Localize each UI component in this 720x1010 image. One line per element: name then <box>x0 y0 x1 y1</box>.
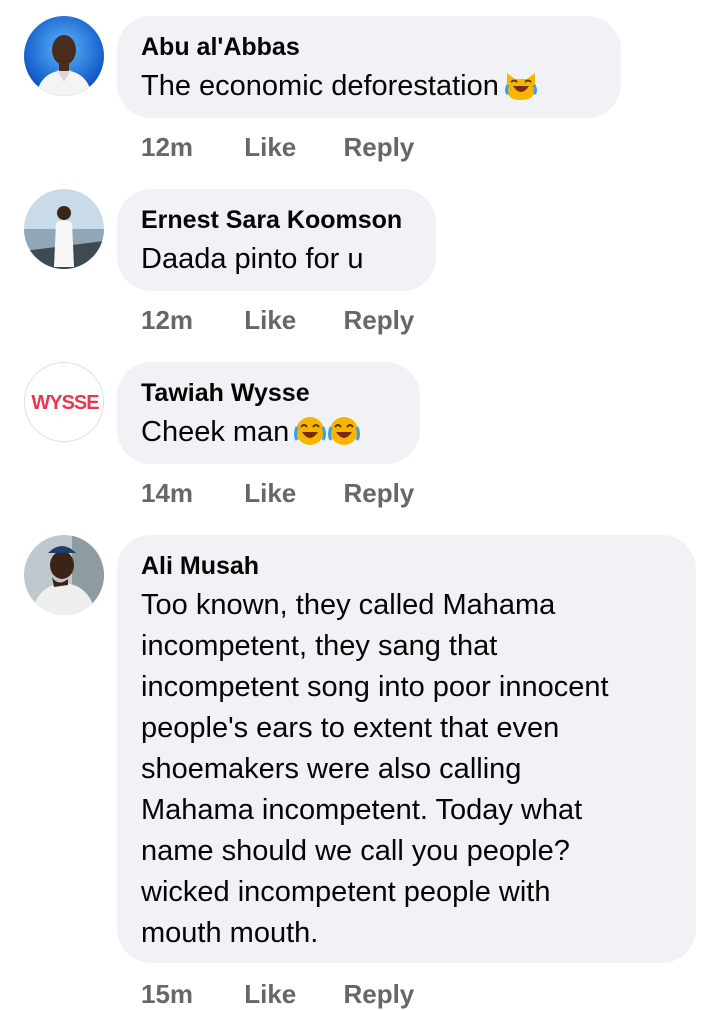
laughing-cat-emoji-icon <box>503 69 539 113</box>
comment-author[interactable]: Ali Musah <box>141 550 671 582</box>
avatar[interactable] <box>24 16 104 96</box>
comment-text: Daada pinto for u <box>141 243 364 275</box>
comment-actions: 14m Like Reply <box>141 478 414 509</box>
comment-actions: 15m Like Reply <box>141 979 414 1010</box>
comment-text: Cheek man <box>141 412 395 459</box>
comment-bubble: Ernest Sara Koomson Daada pinto for u <box>117 189 436 291</box>
comment-bubble: Abu al'Abbas The economic deforestation <box>117 16 621 118</box>
reply-button[interactable]: Reply <box>343 132 414 163</box>
comment-timestamp[interactable]: 15m <box>141 979 237 1010</box>
comment-text-body: The economic deforestation <box>141 70 499 102</box>
comment-author[interactable]: Abu al'Abbas <box>141 31 596 63</box>
like-button[interactable]: Like <box>244 132 336 163</box>
avatar[interactable] <box>24 535 104 615</box>
reply-button[interactable]: Reply <box>343 478 414 509</box>
comment-author[interactable]: Ernest Sara Koomson <box>141 204 411 236</box>
comment-actions: 12m Like Reply <box>141 132 414 163</box>
comment-text: The economic deforestation <box>141 66 596 113</box>
comment-text-body: Cheek man <box>141 416 290 448</box>
tears-of-joy-emoji-icon <box>293 415 327 459</box>
reply-button[interactable]: Reply <box>343 979 414 1010</box>
like-button[interactable]: Like <box>244 979 336 1010</box>
tears-of-joy-emoji-icon <box>327 415 361 459</box>
comment-author[interactable]: Tawiah Wysse <box>141 377 395 409</box>
like-button[interactable]: Like <box>244 305 336 336</box>
comment-actions: 12m Like Reply <box>141 305 414 336</box>
comment-timestamp[interactable]: 14m <box>141 478 237 509</box>
wysse-logo-icon: WYSSE <box>25 363 103 441</box>
reply-button[interactable]: Reply <box>343 305 414 336</box>
comment-timestamp[interactable]: 12m <box>141 132 237 163</box>
comment-bubble: Ali Musah Too known, they called Mahama … <box>117 535 696 963</box>
svg-text:WYSSE: WYSSE <box>31 392 99 414</box>
avatar[interactable]: WYSSE <box>24 362 104 442</box>
like-button[interactable]: Like <box>244 478 336 509</box>
profile-photo-icon <box>24 16 104 96</box>
profile-photo-icon <box>24 189 104 269</box>
profile-photo-icon <box>24 535 104 615</box>
comment-text: Too known, they called Mahama incompeten… <box>141 589 609 949</box>
avatar[interactable] <box>24 189 104 269</box>
comment-bubble: Tawiah Wysse Cheek man <box>117 362 420 464</box>
comment-timestamp[interactable]: 12m <box>141 305 237 336</box>
